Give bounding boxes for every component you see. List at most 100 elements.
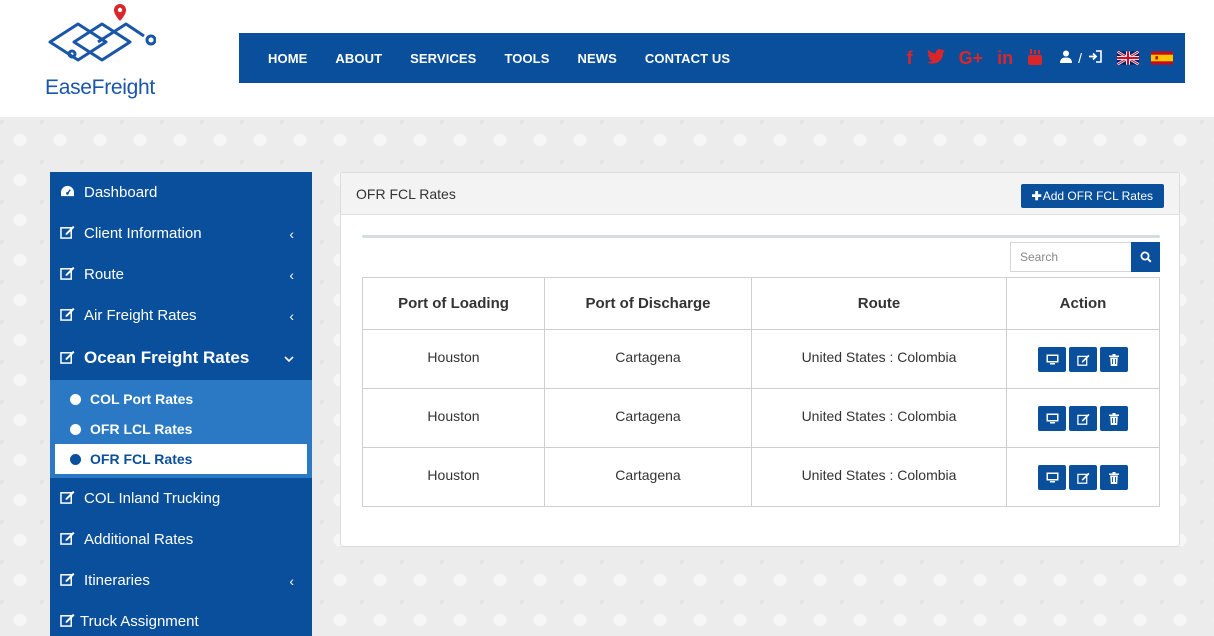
delete-button[interactable] <box>1100 347 1128 372</box>
search-button[interactable] <box>1131 242 1160 272</box>
column-header-port-of-discharge[interactable]: Port of Discharge <box>544 277 752 330</box>
cell-port-of-discharge: Cartagena <box>544 447 752 507</box>
site-header: EaseFreight HOME ABOUT SERVICES TOOLS NE… <box>0 0 1214 117</box>
cell-port-of-loading: Houston <box>362 447 545 507</box>
sidebar-item-client-information[interactable]: Client Information ‹ <box>50 213 312 254</box>
cell-route: United States : Colombia <box>751 447 1007 507</box>
search-bar <box>1010 242 1160 272</box>
plus-icon: ✚ <box>1031 189 1042 203</box>
submenu-item-ofr-fcl-rates[interactable]: OFR FCL Rates <box>55 444 307 474</box>
brand-logo[interactable]: EaseFreight <box>40 2 160 102</box>
table-row: Houston Cartagena United States : Colomb… <box>362 329 1160 389</box>
view-button[interactable] <box>1038 347 1066 372</box>
submenu-item-label: OFR LCL Rates <box>90 421 193 437</box>
delete-button[interactable] <box>1100 465 1128 490</box>
edit-button[interactable] <box>1069 406 1097 431</box>
edit-icon <box>60 350 84 367</box>
chevron-left-icon: ‹ <box>289 572 294 589</box>
sidebar-item-route[interactable]: Route ‹ <box>50 254 312 295</box>
nav-news[interactable]: NEWS <box>577 51 616 66</box>
edit-icon <box>60 266 84 283</box>
uk-flag-icon[interactable] <box>1117 51 1139 65</box>
monitor-icon <box>1046 472 1058 483</box>
submenu-item-label: COL Port Rates <box>90 391 194 407</box>
cell-action <box>1006 329 1160 389</box>
add-button-label: Add OFR FCL Rates <box>1042 189 1153 203</box>
submenu-item-ofr-lcl-rates[interactable]: OFR LCL Rates <box>55 414 307 444</box>
sidebar-item-additional-rates[interactable]: Additional Rates <box>50 519 312 560</box>
trash-icon <box>1109 471 1119 484</box>
chevron-down-icon <box>284 350 294 366</box>
sidebar-item-label: Air Freight Rates <box>84 307 197 324</box>
nav-home[interactable]: HOME <box>268 51 307 66</box>
spain-flag-icon[interactable] <box>1151 51 1173 65</box>
nav-services[interactable]: SERVICES <box>410 51 476 66</box>
panel-divider <box>362 235 1160 238</box>
chevron-left-icon: ‹ <box>289 225 294 242</box>
cell-port-of-discharge: Cartagena <box>544 388 752 448</box>
edit-button[interactable] <box>1069 347 1097 372</box>
sidebar-item-label: Route <box>84 266 125 283</box>
nav-about[interactable]: ABOUT <box>335 51 382 66</box>
cell-route: United States : Colombia <box>751 388 1007 448</box>
edit-icon <box>1076 472 1089 484</box>
search-input[interactable] <box>1010 242 1131 272</box>
nav-right: f G+ in / <box>893 33 1173 83</box>
panel-header: OFR FCL Rates ✚ Add OFR FCL Rates <box>341 173 1179 215</box>
sidebar-item-col-inland-trucking[interactable]: COL Inland Trucking <box>50 478 312 519</box>
table-row: Houston Cartagena United States : Colomb… <box>362 447 1160 507</box>
sidebar-item-truck-assignment[interactable]: Truck Assignment <box>50 601 312 636</box>
cell-port-of-discharge: Cartagena <box>544 329 752 389</box>
bullet-icon <box>70 393 81 405</box>
delete-button[interactable] <box>1100 406 1128 431</box>
row-actions <box>1007 406 1159 431</box>
sidebar-item-air-freight-rates[interactable]: Air Freight Rates ‹ <box>50 295 312 336</box>
edit-icon <box>60 613 80 630</box>
trash-icon <box>1109 353 1119 366</box>
youtube-icon[interactable] <box>1027 48 1043 69</box>
account-links: / <box>1057 50 1105 66</box>
google-plus-icon[interactable]: G+ <box>959 49 984 67</box>
column-header-route[interactable]: Route <box>751 277 1007 330</box>
monitor-icon <box>1046 354 1058 365</box>
nav-tools[interactable]: TOOLS <box>504 51 549 66</box>
facebook-icon[interactable]: f <box>907 49 913 67</box>
brand-name: EaseFreight <box>45 76 155 99</box>
sidebar-item-label: Itineraries <box>84 572 150 589</box>
cell-port-of-loading: Houston <box>362 329 545 389</box>
panel-title: OFR FCL Rates <box>356 186 456 202</box>
edit-button[interactable] <box>1069 465 1097 490</box>
rates-table: Port of Loading Port of Discharge Route … <box>362 277 1160 507</box>
submenu-item-col-port-rates[interactable]: COL Port Rates <box>55 384 307 414</box>
sidebar-item-label: Ocean Freight Rates <box>84 348 250 367</box>
table-header-row: Port of Loading Port of Discharge Route … <box>362 277 1160 330</box>
view-button[interactable] <box>1038 406 1066 431</box>
search-icon <box>1140 251 1152 263</box>
sidebar-item-itineraries[interactable]: Itineraries ‹ <box>50 560 312 601</box>
nav-contact-us[interactable]: CONTACT US <box>645 51 730 66</box>
edit-icon <box>60 572 84 589</box>
column-header-port-of-loading[interactable]: Port of Loading <box>362 277 545 330</box>
cell-route: United States : Colombia <box>751 329 1007 389</box>
trash-icon <box>1109 412 1119 425</box>
edit-icon <box>60 225 84 242</box>
edit-icon <box>1076 354 1089 366</box>
bullet-icon <box>70 453 81 465</box>
sidebar-item-dashboard[interactable]: Dashboard <box>50 172 312 213</box>
sidebar-item-ocean-freight-rates[interactable]: Ocean Freight Rates <box>50 336 312 380</box>
linkedin-icon[interactable]: in <box>997 49 1013 67</box>
view-button[interactable] <box>1038 465 1066 490</box>
sidebar-item-label: Truck Assignment <box>80 613 199 630</box>
rates-panel: OFR FCL Rates ✚ Add OFR FCL Rates Port o… <box>340 172 1180 547</box>
user-icon[interactable] <box>1060 50 1073 66</box>
sign-in-icon[interactable] <box>1088 50 1102 66</box>
account-separator: / <box>1078 50 1082 66</box>
twitter-icon[interactable] <box>926 49 945 67</box>
sidebar-item-label: COL Inland Trucking <box>84 490 221 507</box>
dashboard-icon <box>60 185 84 201</box>
chevron-left-icon: ‹ <box>289 307 294 324</box>
bullet-icon <box>70 423 81 435</box>
edit-icon <box>60 531 84 548</box>
add-ofr-fcl-rates-button[interactable]: ✚ Add OFR FCL Rates <box>1020 184 1164 208</box>
ocean-freight-submenu: COL Port Rates OFR LCL Rates OFR FCL Rat… <box>50 380 312 478</box>
